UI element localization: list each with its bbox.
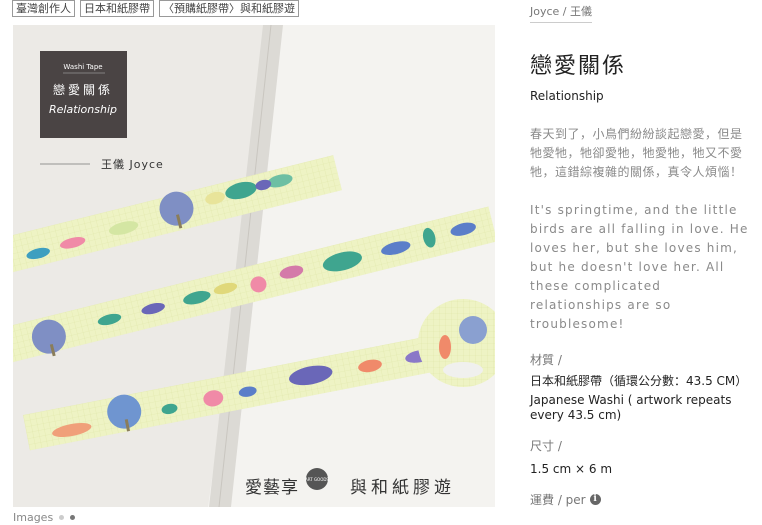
images-carousel-nav: Images bbox=[13, 511, 76, 524]
size-label: 尺寸 / bbox=[530, 439, 562, 453]
tag-japanese-washi[interactable]: 日本和紙膠帶 bbox=[80, 0, 154, 17]
brand-logo-text: ART GOODS bbox=[305, 477, 329, 482]
badge-title-zh: 戀愛關係 bbox=[53, 82, 113, 97]
tag-taiwan-artist[interactable]: 臺灣創作人 bbox=[12, 0, 75, 17]
description-zh: 春天到了，小鳥們紛紛談起戀愛，但是牠愛牠，牠卻愛牠，牠愛牠，牠又不愛牠，這錯綜複… bbox=[530, 127, 743, 179]
product-title-zh: 戀愛關係 bbox=[530, 54, 627, 79]
material-en: Japanese Washi ( artwork repeats every 4… bbox=[530, 393, 732, 422]
carousel-dot-2[interactable] bbox=[70, 515, 76, 520]
shipping-label: 運費 / per bbox=[530, 493, 586, 507]
size-value: 1.5 cm × 6 m bbox=[530, 462, 613, 476]
washi-tape-illustration: Washi Tape 戀愛關係 Relationship 王儀 Joyce 愛藝… bbox=[13, 25, 495, 507]
product-photo[interactable]: Washi Tape 戀愛關係 Relationship 王儀 Joyce 愛藝… bbox=[13, 25, 495, 507]
artist-link[interactable]: Joyce / 王儀 bbox=[530, 3, 592, 23]
material-zh: 日本和紙膠帶（循環公分數：43.5 CM） bbox=[530, 374, 748, 388]
product-badge: Washi Tape 戀愛關係 Relationship bbox=[40, 51, 127, 138]
images-label: Images bbox=[13, 511, 54, 524]
tag-preorder-washi[interactable]: 〈預購紙膠帶〉與和紙膠遊 bbox=[159, 0, 299, 17]
product-title-en: Relationship bbox=[530, 89, 604, 103]
badge-top-text: Washi Tape bbox=[63, 63, 102, 71]
info-icon[interactable]: i bbox=[589, 494, 601, 505]
material-label: 材質 / bbox=[530, 353, 562, 367]
badge-title-en: Relationship bbox=[49, 103, 117, 116]
product-info-panel: Joyce / 王儀 戀愛關係 Relationship 春天到了，小鳥們紛紛談… bbox=[530, 0, 750, 508]
category-tags: 臺灣創作人 日本和紙膠帶 〈預購紙膠帶〉與和紙膠遊 bbox=[12, 0, 299, 17]
description-en: It's springtime, and the little birds ar… bbox=[530, 203, 749, 331]
artist-caption: 王儀 Joyce bbox=[101, 157, 164, 171]
brand-right-text: 與和紙膠遊 bbox=[350, 478, 455, 498]
shipping-label-row: 運費 / per i bbox=[530, 491, 750, 508]
brand-left-text: 愛藝享 bbox=[245, 478, 299, 498]
carousel-dot-1[interactable] bbox=[59, 515, 65, 520]
